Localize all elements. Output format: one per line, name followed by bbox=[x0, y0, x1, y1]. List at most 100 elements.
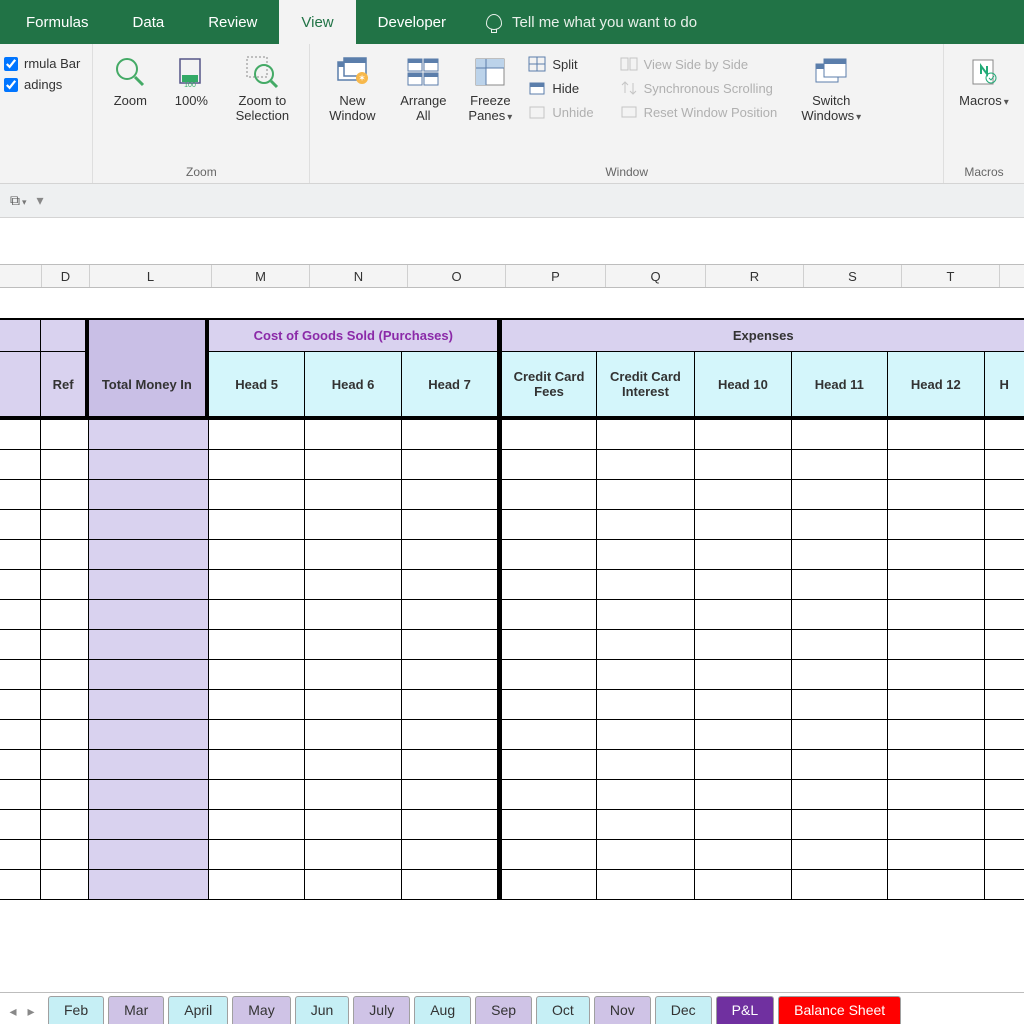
table-row[interactable] bbox=[0, 510, 1024, 540]
cell[interactable] bbox=[888, 780, 984, 810]
ribbon-tab-review[interactable]: Review bbox=[186, 0, 279, 44]
sheet-tab-dec[interactable]: Dec bbox=[655, 996, 712, 1024]
cell[interactable] bbox=[498, 870, 597, 900]
cell[interactable] bbox=[0, 780, 41, 810]
table-row[interactable] bbox=[0, 600, 1024, 630]
ribbon-tab-view[interactable]: View bbox=[279, 0, 355, 44]
cell[interactable] bbox=[888, 450, 984, 480]
chk-formula-bar[interactable]: rmula Bar bbox=[4, 56, 80, 71]
cell[interactable] bbox=[89, 750, 209, 780]
cell[interactable] bbox=[41, 510, 88, 540]
cell[interactable] bbox=[402, 450, 498, 480]
sheet-tab-jun[interactable]: Jun bbox=[295, 996, 350, 1024]
cell[interactable] bbox=[695, 630, 791, 660]
sheet-tab-sep[interactable]: Sep bbox=[475, 996, 532, 1024]
cell[interactable] bbox=[41, 420, 88, 450]
cell[interactable] bbox=[209, 630, 305, 660]
col-header-stub[interactable] bbox=[0, 265, 42, 287]
cell[interactable] bbox=[888, 570, 984, 600]
table-row[interactable] bbox=[0, 420, 1024, 450]
cell[interactable] bbox=[305, 840, 401, 870]
cell[interactable] bbox=[209, 750, 305, 780]
cell[interactable] bbox=[209, 870, 305, 900]
cell[interactable] bbox=[498, 540, 597, 570]
chk-headings-input[interactable] bbox=[4, 78, 18, 92]
cell[interactable] bbox=[985, 570, 1024, 600]
cell[interactable] bbox=[209, 510, 305, 540]
cell[interactable] bbox=[305, 540, 401, 570]
cell[interactable] bbox=[498, 420, 597, 450]
cell[interactable] bbox=[888, 600, 984, 630]
zoom-100-button[interactable]: 100 100% bbox=[163, 48, 219, 109]
switch-windows-button[interactable]: Switch Windows bbox=[791, 48, 871, 124]
cell[interactable] bbox=[209, 780, 305, 810]
cell[interactable] bbox=[305, 870, 401, 900]
cell[interactable] bbox=[597, 810, 695, 840]
cell[interactable] bbox=[498, 750, 597, 780]
col-header-q[interactable]: Q bbox=[606, 265, 706, 287]
cell[interactable] bbox=[41, 870, 88, 900]
col-header-l[interactable]: L bbox=[90, 265, 212, 287]
table-row[interactable] bbox=[0, 780, 1024, 810]
cell[interactable] bbox=[402, 630, 498, 660]
cell[interactable] bbox=[209, 720, 305, 750]
cell[interactable] bbox=[985, 720, 1024, 750]
cell[interactable] bbox=[41, 810, 88, 840]
cell[interactable] bbox=[695, 600, 791, 630]
macros-button[interactable]: Macros bbox=[952, 48, 1016, 109]
cell[interactable] bbox=[792, 840, 888, 870]
cell[interactable] bbox=[888, 870, 984, 900]
cell[interactable] bbox=[695, 660, 791, 690]
table-row[interactable] bbox=[0, 660, 1024, 690]
sheet-tab-oct[interactable]: Oct bbox=[536, 996, 590, 1024]
col-header-d[interactable]: D bbox=[42, 265, 90, 287]
cell[interactable] bbox=[89, 420, 209, 450]
col-header-o[interactable]: O bbox=[408, 265, 506, 287]
qa-dropdown[interactable]: ⧉ bbox=[10, 192, 27, 209]
new-window-button[interactable]: ✶ New Window bbox=[318, 48, 386, 124]
cell[interactable] bbox=[0, 480, 41, 510]
cell[interactable] bbox=[792, 450, 888, 480]
cell[interactable] bbox=[89, 840, 209, 870]
cell[interactable] bbox=[402, 810, 498, 840]
cell[interactable] bbox=[89, 570, 209, 600]
cell[interactable] bbox=[41, 780, 88, 810]
cell[interactable] bbox=[89, 450, 209, 480]
cell[interactable] bbox=[985, 780, 1024, 810]
table-row[interactable] bbox=[0, 750, 1024, 780]
cell[interactable] bbox=[792, 720, 888, 750]
cell[interactable] bbox=[305, 690, 401, 720]
cell[interactable] bbox=[985, 810, 1024, 840]
cell[interactable] bbox=[89, 540, 209, 570]
cell[interactable] bbox=[597, 570, 695, 600]
cell[interactable] bbox=[695, 690, 791, 720]
cell[interactable] bbox=[888, 750, 984, 780]
cell[interactable] bbox=[792, 660, 888, 690]
cell[interactable] bbox=[209, 660, 305, 690]
cell[interactable] bbox=[89, 600, 209, 630]
cell[interactable] bbox=[0, 840, 41, 870]
cell[interactable] bbox=[985, 540, 1024, 570]
cell[interactable] bbox=[792, 420, 888, 450]
cell[interactable] bbox=[209, 600, 305, 630]
ribbon-tab-developer[interactable]: Developer bbox=[356, 0, 468, 44]
cell[interactable] bbox=[402, 870, 498, 900]
sheet-tab-july[interactable]: July bbox=[353, 996, 410, 1024]
cell[interactable] bbox=[402, 720, 498, 750]
sheet-tab-feb[interactable]: Feb bbox=[48, 996, 104, 1024]
cell[interactable] bbox=[89, 480, 209, 510]
cell[interactable] bbox=[402, 690, 498, 720]
cell[interactable] bbox=[89, 630, 209, 660]
cell[interactable] bbox=[0, 510, 41, 540]
cell[interactable] bbox=[597, 540, 695, 570]
cell[interactable] bbox=[792, 570, 888, 600]
table-row[interactable] bbox=[0, 480, 1024, 510]
col-header-s[interactable]: S bbox=[804, 265, 902, 287]
cell[interactable] bbox=[498, 780, 597, 810]
cell[interactable] bbox=[985, 420, 1024, 450]
cell[interactable] bbox=[597, 600, 695, 630]
sheet-tab-april[interactable]: April bbox=[168, 996, 228, 1024]
data-grid[interactable] bbox=[0, 420, 1024, 900]
cell[interactable] bbox=[498, 630, 597, 660]
cell[interactable] bbox=[89, 870, 209, 900]
